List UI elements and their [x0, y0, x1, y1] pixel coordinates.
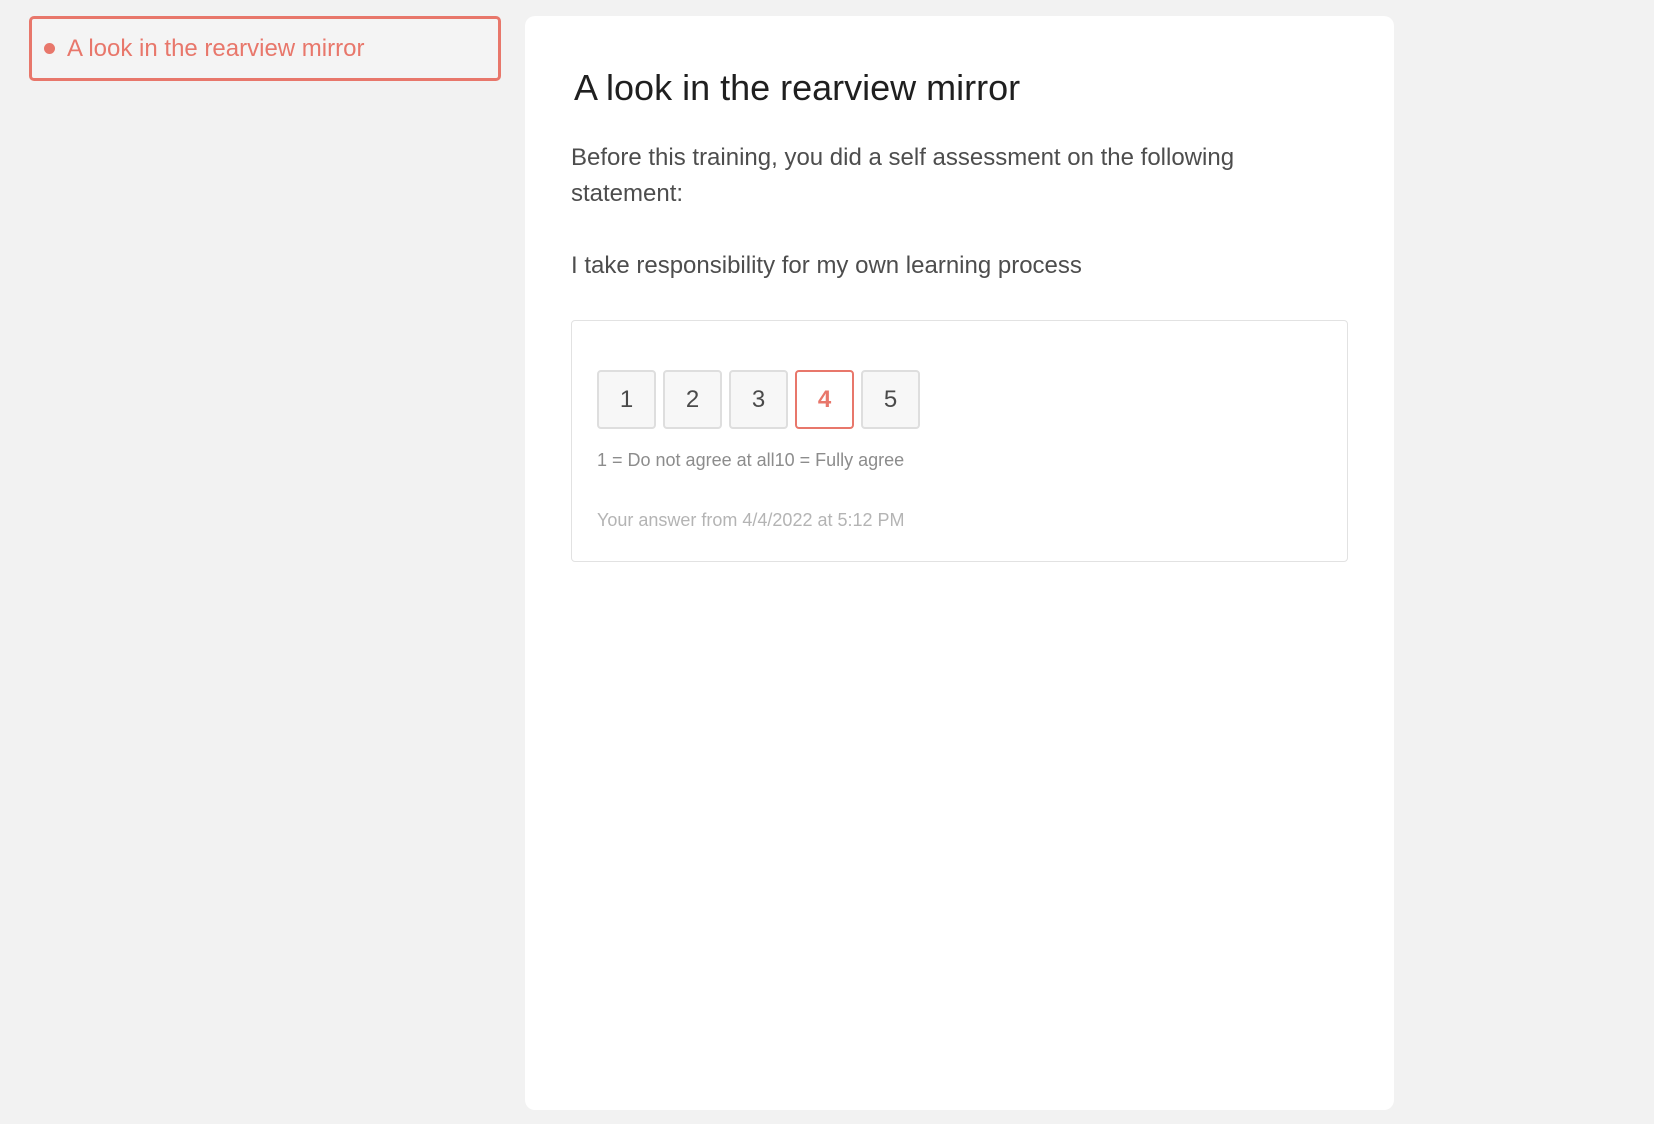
- rating-option-3[interactable]: 3: [729, 370, 788, 429]
- rating-scale: 1 2 3 4 5: [597, 370, 1322, 429]
- rating-option-4[interactable]: 4: [795, 370, 854, 429]
- intro-text: Before this training, you did a self ass…: [571, 144, 1235, 207]
- content-card: A look in the rearview mirror Before thi…: [525, 16, 1394, 1110]
- answer-timestamp: Your answer from 4/4/2022 at 5:12 PM: [597, 510, 905, 530]
- assessment-statement: I take responsibility for my own learnin…: [571, 252, 1082, 279]
- sidebar-item-label: A look in the rearview mirror: [67, 34, 365, 62]
- sidebar-item-rearview-mirror[interactable]: A look in the rearview mirror: [29, 16, 501, 81]
- sidebar: A look in the rearview mirror: [29, 16, 501, 81]
- page-title: A look in the rearview mirror: [574, 67, 1021, 108]
- rating-option-1[interactable]: 1: [597, 370, 656, 429]
- rating-option-5[interactable]: 5: [861, 370, 920, 429]
- answer-box: 1 2 3 4 5 1 = Do not agree at all10 = Fu…: [571, 320, 1348, 562]
- active-dot-icon: [44, 43, 55, 54]
- rating-option-2[interactable]: 2: [663, 370, 722, 429]
- scale-legend: 1 = Do not agree at all10 = Fully agree: [597, 450, 905, 470]
